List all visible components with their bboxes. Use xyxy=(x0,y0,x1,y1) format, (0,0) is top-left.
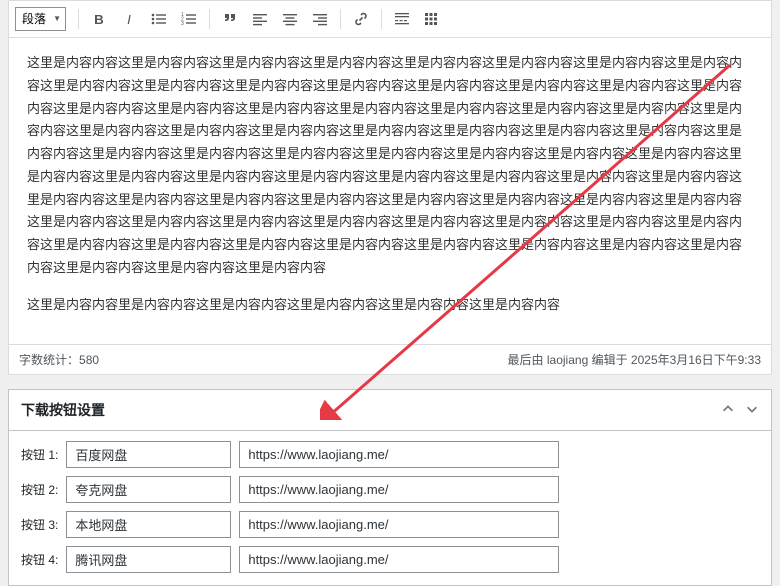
editor-status-bar: 字数统计：580 最后由 laojiang 编辑于 2025年3月16日下午9:… xyxy=(9,344,771,374)
format-select-wrap: 段落 xyxy=(15,7,66,31)
align-center-icon xyxy=(282,11,298,27)
italic-button[interactable]: I xyxy=(115,5,143,33)
bold-icon: B xyxy=(94,12,104,27)
toolbar-separator xyxy=(209,9,210,29)
bullet-list-button[interactable] xyxy=(145,5,173,33)
chevron-up-icon xyxy=(721,402,735,416)
button-3-name-input[interactable] xyxy=(66,511,231,538)
button-1-name-input[interactable] xyxy=(66,441,231,468)
move-up-toggle[interactable] xyxy=(721,402,735,419)
spacer xyxy=(0,375,780,389)
align-right-icon xyxy=(312,11,328,27)
numbered-list-button[interactable]: 123 xyxy=(175,5,203,33)
svg-text:3: 3 xyxy=(181,21,184,27)
move-down-toggle[interactable] xyxy=(745,402,759,419)
editor-content[interactable]: 这里是内容内容这里是内容内容这里是内容内容这里是内容内容这里是内容内容这里是内容… xyxy=(9,38,771,344)
toolbar-separator xyxy=(78,9,79,29)
more-tag-button[interactable] xyxy=(388,5,416,33)
format-select[interactable]: 段落 xyxy=(15,7,66,31)
italic-icon: I xyxy=(127,12,131,27)
button-4-name-input[interactable] xyxy=(66,546,231,573)
paragraph: 这里是内容内容这里是内容内容这里是内容内容这里是内容内容这里是内容内容这里是内容… xyxy=(27,52,753,280)
align-center-button[interactable] xyxy=(276,5,304,33)
chevron-down-icon xyxy=(745,402,759,416)
link-icon xyxy=(353,11,369,27)
align-left-button[interactable] xyxy=(246,5,274,33)
button-4-url-input[interactable] xyxy=(239,546,559,573)
toolbar-separator xyxy=(340,9,341,29)
toolbar-toggle-button[interactable] xyxy=(418,5,446,33)
toolbar-separator xyxy=(381,9,382,29)
quote-icon xyxy=(222,11,238,27)
button-row-1: 按钮 1: xyxy=(21,441,759,468)
download-buttons-metabox: 下载按钮设置 按钮 1: 按钮 2: 按钮 3: 按钮 4: xyxy=(8,389,772,586)
button-2-label: 按钮 2: xyxy=(21,481,58,498)
editor-toolbar: 段落 B I 123 xyxy=(9,1,771,38)
button-3-label: 按钮 3: xyxy=(21,516,58,533)
button-row-3: 按钮 3: xyxy=(21,511,759,538)
last-edit-info: 最后由 laojiang 编辑于 2025年3月16日下午9:33 xyxy=(508,351,761,368)
blockquote-button[interactable] xyxy=(216,5,244,33)
more-icon xyxy=(394,11,410,27)
bullet-list-icon xyxy=(151,11,167,27)
metabox-header: 下载按钮设置 xyxy=(9,390,771,431)
align-right-button[interactable] xyxy=(306,5,334,33)
metabox-body: 按钮 1: 按钮 2: 按钮 3: 按钮 4: xyxy=(9,431,771,585)
button-2-name-input[interactable] xyxy=(66,476,231,503)
button-3-url-input[interactable] xyxy=(239,511,559,538)
bold-button[interactable]: B xyxy=(85,5,113,33)
align-left-icon xyxy=(252,11,268,27)
button-row-4: 按钮 4: xyxy=(21,546,759,573)
button-4-label: 按钮 4: xyxy=(21,551,58,568)
button-1-label: 按钮 1: xyxy=(21,446,58,463)
link-button[interactable] xyxy=(347,5,375,33)
button-1-url-input[interactable] xyxy=(239,441,559,468)
button-row-2: 按钮 2: xyxy=(21,476,759,503)
kitchen-sink-icon xyxy=(424,11,440,27)
word-count: 字数统计：580 xyxy=(19,351,99,368)
metabox-controls xyxy=(721,402,759,419)
paragraph: 这里是内容内容里是内容内容这里是内容内容这里是内容内容这里是内容内容这里是内容内… xyxy=(27,294,753,317)
metabox-title: 下载按钮设置 xyxy=(21,400,105,420)
numbered-list-icon: 123 xyxy=(181,11,197,27)
editor-container: 段落 B I 123 xyxy=(8,0,772,375)
button-2-url-input[interactable] xyxy=(239,476,559,503)
